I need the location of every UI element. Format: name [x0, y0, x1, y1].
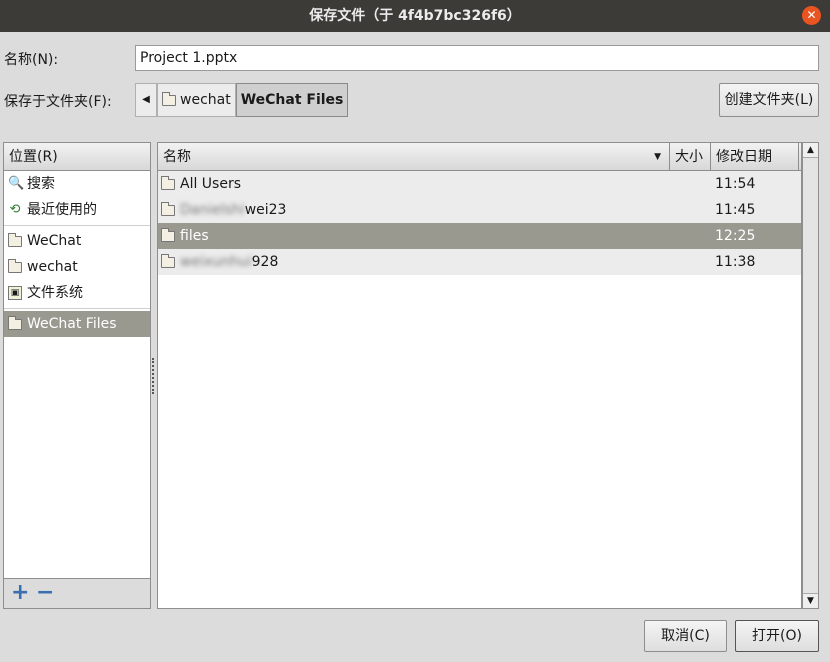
path-back-arrow-icon[interactable]: ◀ — [135, 83, 157, 117]
file-row-selected[interactable]: files 12:25 — [158, 223, 801, 249]
column-name-label: 名称 — [163, 149, 191, 165]
path-segment-wechat[interactable]: wechat — [157, 83, 236, 117]
file-list-scrollbar[interactable]: ▲ ▼ — [802, 142, 819, 609]
column-modified[interactable]: 修改日期 — [711, 143, 799, 171]
folder-icon — [8, 232, 22, 247]
places-item-wechat-files[interactable]: WeChat Files — [4, 311, 150, 337]
places-item-recent[interactable]: ⟲ 最近使用的 — [4, 197, 150, 223]
file-list-header: 名称 ▼ 大小 修改日期 — [158, 143, 801, 171]
file-name: files — [180, 228, 209, 244]
search-icon: 🔍 — [8, 176, 25, 191]
folder-icon — [161, 227, 175, 242]
places-panel: 位置(R) 🔍 搜索 ⟲ 最近使用的 WeChat wechat ▣ 文件系统 … — [3, 142, 151, 609]
places-item-filesystem[interactable]: ▣ 文件系统 — [4, 280, 150, 306]
places-item-label: 文件系统 — [27, 285, 83, 301]
title-bar: 保存文件（于 4f4b7bc326f6） ✕ — [0, 0, 830, 32]
sort-down-icon: ▼ — [654, 152, 661, 162]
create-folder-button[interactable]: 创建文件夹(L) — [719, 83, 819, 117]
places-item-search[interactable]: 🔍 搜索 — [4, 171, 150, 197]
name-label: 名称(N): — [4, 52, 59, 68]
places-toolbar: + − — [4, 578, 150, 608]
cancel-button[interactable]: 取消(C) — [644, 620, 727, 652]
remove-bookmark-icon[interactable]: − — [36, 581, 54, 605]
close-icon[interactable]: ✕ — [802, 6, 821, 25]
file-modified: 11:38 — [715, 254, 756, 270]
file-modified: 12:25 — [715, 228, 756, 244]
file-row[interactable]: Danielshiwei23 11:45 — [158, 197, 801, 223]
places-item-wechat-lower[interactable]: wechat — [4, 254, 150, 280]
places-separator — [4, 308, 150, 309]
file-name-redacted: weixunhui — [180, 254, 252, 270]
file-name: 928 — [251, 254, 279, 270]
folder-icon — [8, 315, 22, 330]
folder-icon — [162, 91, 176, 106]
filename-input[interactable]: Project 1.pptx — [135, 45, 819, 71]
places-item-label: 搜索 — [27, 176, 55, 192]
places-item-label: WeChat Files — [27, 316, 117, 332]
path-segment-label: wechat — [180, 92, 231, 108]
pane-resize-handle[interactable] — [152, 358, 156, 394]
file-row[interactable]: All Users 11:54 — [158, 171, 801, 197]
scroll-up-icon[interactable]: ▲ — [803, 143, 818, 158]
folder-icon — [161, 253, 175, 268]
recent-icon: ⟲ — [9, 202, 21, 217]
places-item-label: WeChat — [27, 233, 82, 249]
window-title: 保存文件（于 4f4b7bc326f6） — [309, 8, 521, 24]
column-modified-label: 修改日期 — [716, 149, 772, 165]
path-segment-wechat-files[interactable]: WeChat Files — [235, 83, 349, 117]
drive-icon: ▣ — [8, 286, 22, 300]
places-item-label: 最近使用的 — [27, 202, 97, 218]
file-name: wei23 — [244, 202, 287, 218]
add-bookmark-icon[interactable]: + — [11, 581, 29, 605]
column-size[interactable]: 大小 — [670, 143, 711, 171]
file-modified: 11:45 — [715, 202, 756, 218]
file-modified: 11:54 — [715, 176, 756, 192]
places-item-label: wechat — [27, 259, 78, 275]
file-row[interactable]: weixunhui928 11:38 — [158, 249, 801, 275]
places-header[interactable]: 位置(R) — [4, 143, 150, 171]
folder-icon — [8, 258, 22, 273]
folder-label: 保存于文件夹(F): — [4, 94, 112, 110]
path-segment-label: WeChat Files — [240, 92, 344, 108]
column-size-label: 大小 — [675, 149, 703, 165]
file-name: All Users — [180, 176, 242, 192]
places-item-wechat-upper[interactable]: WeChat — [4, 228, 150, 254]
scroll-down-icon[interactable]: ▼ — [803, 593, 818, 608]
folder-icon — [161, 175, 175, 190]
open-button[interactable]: 打开(O) — [735, 620, 819, 652]
folder-icon — [161, 201, 175, 216]
file-name-redacted: Danielshi — [180, 202, 245, 218]
column-name[interactable]: 名称 ▼ — [158, 143, 670, 171]
places-separator — [4, 225, 150, 226]
file-list: 名称 ▼ 大小 修改日期 All Users 11:54 Danielshiwe… — [157, 142, 802, 609]
path-bar: ◀ wechat WeChat Files — [135, 83, 349, 117]
